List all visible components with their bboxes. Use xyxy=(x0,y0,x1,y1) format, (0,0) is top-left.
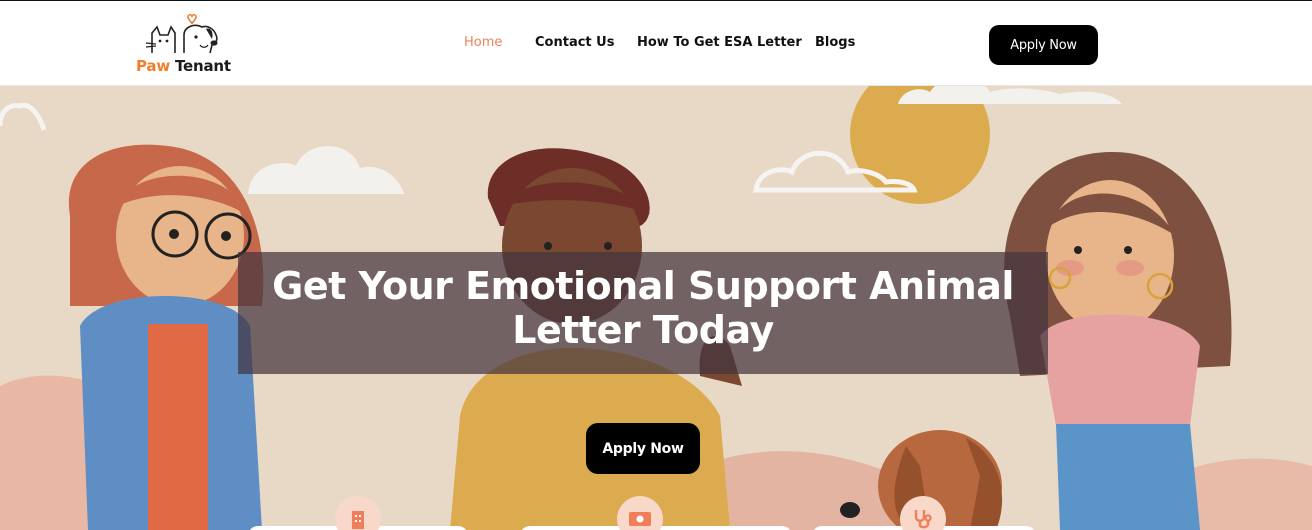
hero-headline-line1: Get Your Emotional Support Animal xyxy=(272,264,1014,308)
woman-with-glasses-figure xyxy=(68,144,264,530)
nav-home-link[interactable]: Home xyxy=(464,35,502,50)
hero-headline: Get Your Emotional Support Animal Letter… xyxy=(238,264,1048,352)
header-apply-button[interactable]: Apply Now xyxy=(989,25,1098,65)
brand-wordmark: Paw Tenant xyxy=(136,57,231,75)
nav-how-to-link[interactable]: How To Get ESA Letter xyxy=(637,35,802,50)
building-icon xyxy=(352,511,364,529)
brand-logo[interactable]: Paw Tenant xyxy=(136,13,236,77)
top-navbar: Paw Tenant Home Contact Us How To Get ES… xyxy=(0,0,1312,86)
hero-headline-line2: Letter Today xyxy=(512,308,774,352)
brand-paw-text: Paw xyxy=(136,57,170,75)
stethoscope-icon xyxy=(914,510,932,529)
nav-blogs-link[interactable]: Blogs xyxy=(815,35,855,50)
money-icon xyxy=(629,512,651,526)
brand-tenant-text: Tenant xyxy=(175,57,231,75)
hero-section: Get Your Emotional Support Animal Letter… xyxy=(0,86,1312,530)
hero-apply-button[interactable]: Apply Now xyxy=(586,423,700,474)
pet-logo-icon xyxy=(145,13,218,54)
nav-contact-link[interactable]: Contact Us xyxy=(535,35,614,50)
